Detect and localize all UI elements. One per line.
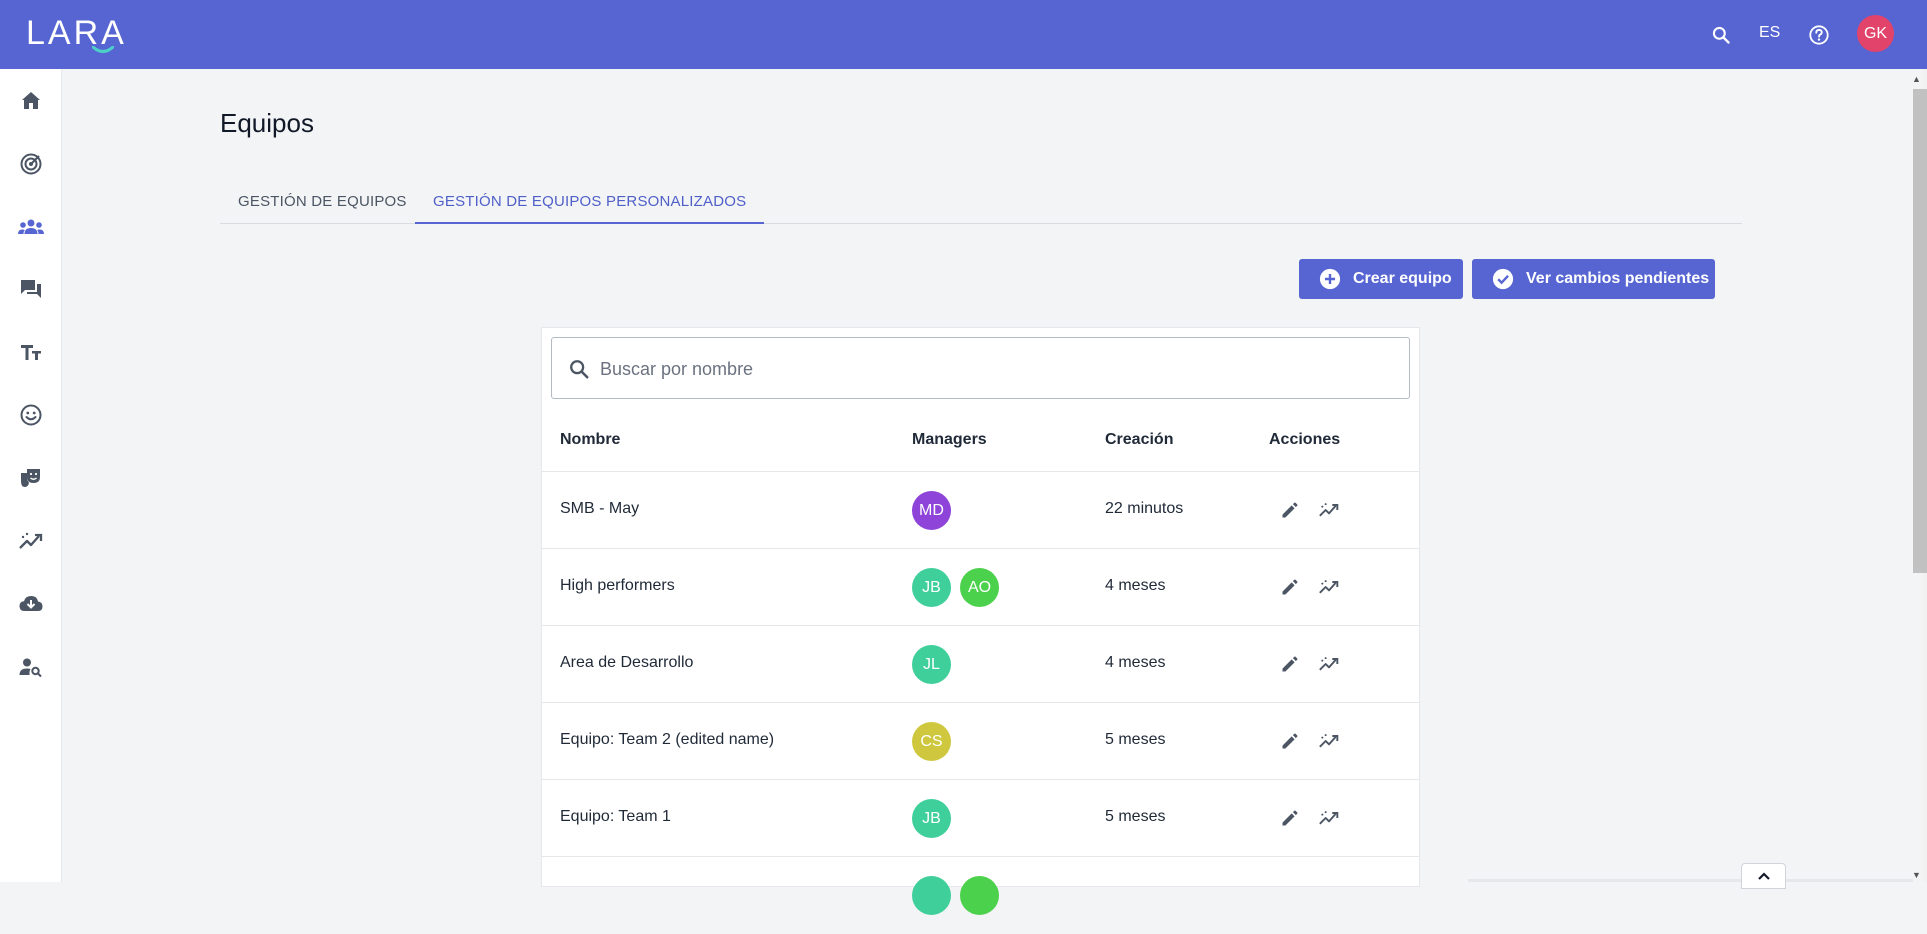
logo-smile-icon: [92, 46, 114, 53]
trend-icon[interactable]: [17, 527, 45, 555]
column-header-managers: Managers: [912, 431, 987, 448]
chevron-up-icon: [1757, 872, 1770, 880]
user-avatar[interactable]: GK: [1857, 15, 1894, 52]
sidebar: [0, 69, 62, 882]
teams-card: Nombre Managers Creación Acciones SMB - …: [541, 327, 1420, 915]
team-created: 5 meses: [1105, 731, 1166, 748]
create-team-button[interactable]: Crear equipo: [1299, 259, 1463, 299]
scroll-down-arrow-icon[interactable]: ▼: [1912, 870, 1921, 880]
create-team-label: Crear equipo: [1353, 270, 1452, 287]
text-size-icon[interactable]: [17, 338, 45, 366]
tab-bar: GESTIÓN DE EQUIPOS GESTIÓN DE EQUIPOS PE…: [220, 180, 1742, 224]
manager-avatar: AO: [960, 568, 999, 607]
table-row[interactable]: Equipo: Team 2 (edited name) CS 5 meses: [542, 702, 1419, 780]
language-selector[interactable]: ES: [1759, 24, 1780, 42]
scroll-to-top-button[interactable]: [1741, 863, 1786, 889]
table-row[interactable]: High performers JB AO 4 meses: [542, 548, 1419, 626]
help-icon[interactable]: [1806, 22, 1832, 48]
manager-avatar: CS: [912, 722, 951, 761]
smiley-icon[interactable]: [17, 401, 45, 429]
chat-icon[interactable]: [17, 275, 45, 303]
column-header-name: Nombre: [560, 431, 621, 448]
table-row[interactable]: SMB - May MD 22 minutos: [542, 471, 1419, 549]
column-header-actions: Acciones: [1269, 431, 1341, 448]
team-name[interactable]: Area de Desarrollo: [560, 654, 693, 672]
team-name[interactable]: Equipo: Team 2 (edited name): [560, 731, 774, 749]
tab-gestion-equipos[interactable]: GESTIÓN DE EQUIPOS: [238, 180, 407, 222]
masks-icon[interactable]: [17, 464, 45, 492]
check-circle-icon: [1492, 268, 1514, 290]
edit-icon[interactable]: [1279, 653, 1301, 675]
team-name[interactable]: High performers: [560, 577, 675, 595]
table-row[interactable]: Equipo: Team 1 JB 5 meses: [542, 779, 1419, 857]
analytics-icon[interactable]: [1318, 499, 1340, 521]
tab-gestion-equipos-personalizados[interactable]: GESTIÓN DE EQUIPOS PERSONALIZADOS: [415, 180, 765, 224]
page-title: Equipos: [220, 108, 314, 138]
scrollbar-thumb[interactable]: [1913, 89, 1927, 573]
table-row[interactable]: Area de Desarrollo JL 4 meses: [542, 625, 1419, 703]
pending-changes-label: Ver cambios pendientes: [1526, 270, 1710, 287]
search-icon: [570, 360, 589, 379]
analytics-icon[interactable]: [1318, 653, 1340, 675]
analytics-icon[interactable]: [1318, 576, 1340, 598]
team-created: 5 meses: [1105, 808, 1166, 825]
manager-avatar: JL: [912, 645, 951, 684]
group-icon[interactable]: [17, 213, 45, 241]
analytics-icon[interactable]: [1318, 807, 1340, 829]
table-row[interactable]: [542, 856, 1419, 934]
home-icon[interactable]: [17, 87, 45, 115]
manager-avatar: JB: [912, 568, 951, 607]
team-name[interactable]: Equipo: Team 1: [560, 808, 671, 826]
manager-avatar: JB: [912, 799, 951, 838]
edit-icon[interactable]: [1279, 499, 1301, 521]
search-input[interactable]: [598, 348, 1382, 390]
team-created: 4 meses: [1105, 577, 1166, 594]
team-created: 22 minutos: [1105, 500, 1184, 517]
column-header-created: Creación: [1105, 431, 1174, 448]
team-created: 4 meses: [1105, 654, 1166, 671]
analytics-icon[interactable]: [1318, 730, 1340, 752]
cloud-download-icon[interactable]: [17, 590, 45, 618]
search-box: [551, 337, 1410, 399]
edit-icon[interactable]: [1279, 576, 1301, 598]
plus-circle-icon: [1319, 268, 1341, 290]
user-search-icon[interactable]: [17, 653, 45, 681]
team-name[interactable]: SMB - May: [560, 500, 639, 518]
edit-icon[interactable]: [1279, 730, 1301, 752]
pending-changes-button[interactable]: Ver cambios pendientes: [1472, 259, 1715, 299]
radar-icon[interactable]: [17, 150, 45, 178]
scroll-up-arrow-icon[interactable]: ▲: [1912, 74, 1921, 84]
edit-icon[interactable]: [1279, 807, 1301, 829]
manager-avatar: MD: [912, 491, 951, 530]
search-icon[interactable]: [1708, 22, 1734, 48]
top-bar: LARA ES GK: [0, 0, 1927, 69]
